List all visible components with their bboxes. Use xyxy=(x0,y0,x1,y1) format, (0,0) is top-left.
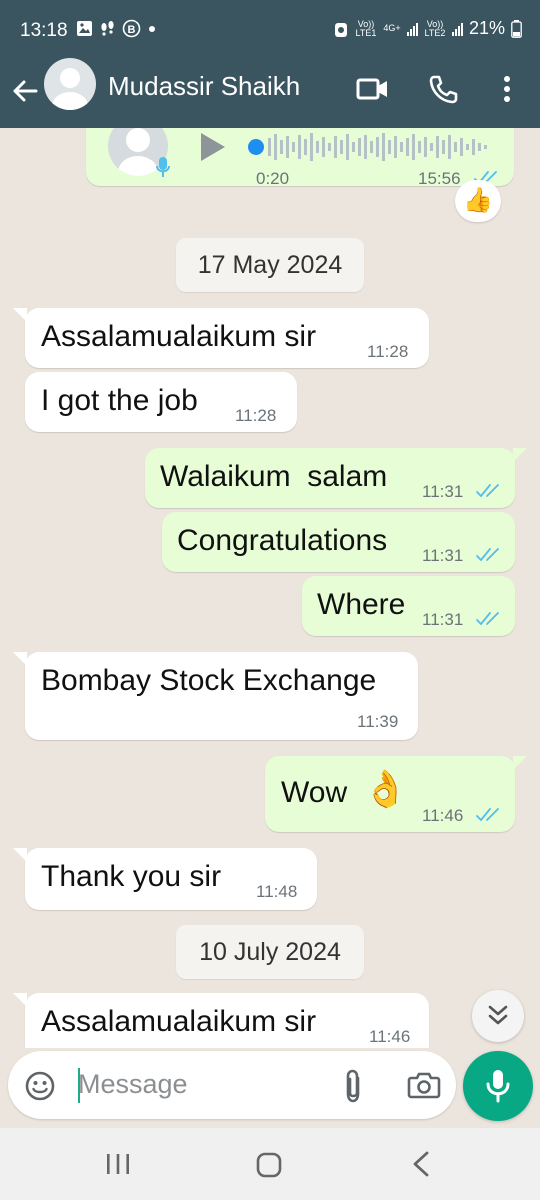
read-ticks-icon xyxy=(476,484,499,498)
volte1-label: Vo)) LTE1 xyxy=(355,18,377,38)
read-ticks-icon xyxy=(476,612,499,626)
message-outgoing[interactable]: Walaikum salam 11:31 xyxy=(145,448,527,508)
message-time: 11:31 xyxy=(422,546,464,565)
play-icon[interactable] xyxy=(198,131,228,163)
signal1-icon xyxy=(406,22,418,36)
dot-icon xyxy=(149,25,155,32)
message-incoming[interactable]: Assalamualaikum sir 11:28 xyxy=(13,308,429,368)
read-ticks-icon xyxy=(476,548,499,562)
status-time: 13:18 xyxy=(20,20,68,41)
notification-icons: B xyxy=(76,19,157,38)
ok-hand-emoji: 👌 xyxy=(363,768,408,809)
date-label: 17 May 2024 xyxy=(197,251,343,279)
scroll-down-button[interactable] xyxy=(472,990,524,1042)
more-icon[interactable] xyxy=(498,74,516,106)
battery-percent: 21% xyxy=(468,18,505,38)
date-label: 10 July 2024 xyxy=(199,938,341,966)
message-time: 11:46 xyxy=(369,1027,411,1046)
voice-duration: 0:20 xyxy=(256,169,290,188)
gallery-icon xyxy=(77,21,92,36)
system-nav-bar xyxy=(0,1128,540,1200)
message-text: Thank you sir xyxy=(41,860,222,893)
back-arrow-icon[interactable] xyxy=(10,76,40,106)
reaction-badge[interactable]: 👍 xyxy=(455,180,501,222)
message-outgoing[interactable]: Wow 👌 11:46 xyxy=(265,756,527,832)
bubble-tail xyxy=(13,308,27,322)
message-list[interactable]: 0:20 15:56 👍 17 May 2024 Assalamualaikum… xyxy=(0,128,540,1048)
message-outgoing[interactable]: Where 11:31 xyxy=(302,576,515,636)
phone-icon[interactable] xyxy=(428,74,458,104)
date-divider: 17 May 2024 xyxy=(176,238,364,292)
message-text: Assalamualaikum sir xyxy=(41,320,317,353)
message-incoming[interactable]: Assalamualaikum sir 11:46 xyxy=(13,993,429,1048)
person-icon xyxy=(52,68,88,110)
message-text: Where xyxy=(317,588,406,621)
waveform[interactable] xyxy=(246,130,496,164)
home-icon[interactable] xyxy=(256,1152,282,1178)
message-time: 11:28 xyxy=(367,342,409,361)
battery-icon xyxy=(511,19,522,38)
signal2-icon xyxy=(451,22,463,36)
network-label: 4G+ xyxy=(383,23,401,33)
status-right: Vo)) LTE1 4G+ Vo)) LTE2 21% xyxy=(333,18,522,39)
message-time: 11:48 xyxy=(256,882,298,901)
voice-time: 15:56 xyxy=(418,169,461,188)
message-time: 11:39 xyxy=(357,712,399,731)
bubble-tail xyxy=(513,448,527,462)
avatar[interactable] xyxy=(44,58,96,110)
message-time: 11:28 xyxy=(235,406,277,425)
status-bar: 13:18 B Vo)) LTE1 4G+ Vo)) LTE2 21% xyxy=(0,0,540,62)
message-text: Wow xyxy=(281,776,348,809)
message-outgoing[interactable]: Congratulations 11:31 xyxy=(162,512,515,572)
message-input[interactable]: Message xyxy=(78,1069,188,1100)
mic-small-icon xyxy=(156,157,170,177)
attach-icon[interactable] xyxy=(342,1068,364,1104)
volte2-label: Vo)) LTE2 xyxy=(424,18,446,38)
svg-text:B: B xyxy=(128,24,136,36)
footsteps-icon xyxy=(101,21,114,36)
date-divider: 10 July 2024 xyxy=(176,925,364,979)
message-text: Congratulations xyxy=(177,524,388,557)
reaction-emoji: 👍 xyxy=(463,187,493,214)
mic-icon xyxy=(486,1070,510,1103)
bubble-tail xyxy=(513,756,527,770)
video-call-icon[interactable] xyxy=(356,74,390,104)
message-composer: Message xyxy=(8,1051,456,1119)
bubble-tail xyxy=(13,652,27,666)
voice-note-bubble[interactable]: 0:20 15:56 xyxy=(86,128,514,188)
bubble-tail xyxy=(13,993,27,1007)
back-nav-icon[interactable] xyxy=(410,1150,432,1178)
bubble-tail xyxy=(13,848,27,862)
emoji-icon[interactable] xyxy=(24,1070,56,1102)
message-incoming[interactable]: I got the job 11:28 xyxy=(25,372,297,432)
message-text: I got the job xyxy=(41,384,198,417)
message-text: Bombay Stock Exchange xyxy=(41,664,377,697)
message-incoming[interactable]: Bombay Stock Exchange 11:39 xyxy=(13,652,418,740)
read-ticks-icon xyxy=(476,808,499,822)
contact-name[interactable]: Mudassir Shaikh xyxy=(108,71,300,102)
message-text: Assalamualaikum sir xyxy=(41,1005,317,1038)
message-time: 11:31 xyxy=(422,610,464,629)
message-text: Walaikum salam xyxy=(160,460,388,493)
recent-apps-icon[interactable] xyxy=(104,1152,132,1176)
camera-icon[interactable] xyxy=(407,1070,441,1100)
alarm-icon xyxy=(334,22,347,37)
scroll-down-icon xyxy=(488,1005,508,1025)
chat-header: Mudassir Shaikh xyxy=(0,58,540,128)
message-time: 11:31 xyxy=(422,482,464,501)
message-time: 11:46 xyxy=(422,806,464,825)
voice-record-button[interactable] xyxy=(463,1051,533,1121)
message-incoming[interactable]: Thank you sir 11:48 xyxy=(13,848,317,910)
b-circle-icon: B xyxy=(122,19,141,38)
